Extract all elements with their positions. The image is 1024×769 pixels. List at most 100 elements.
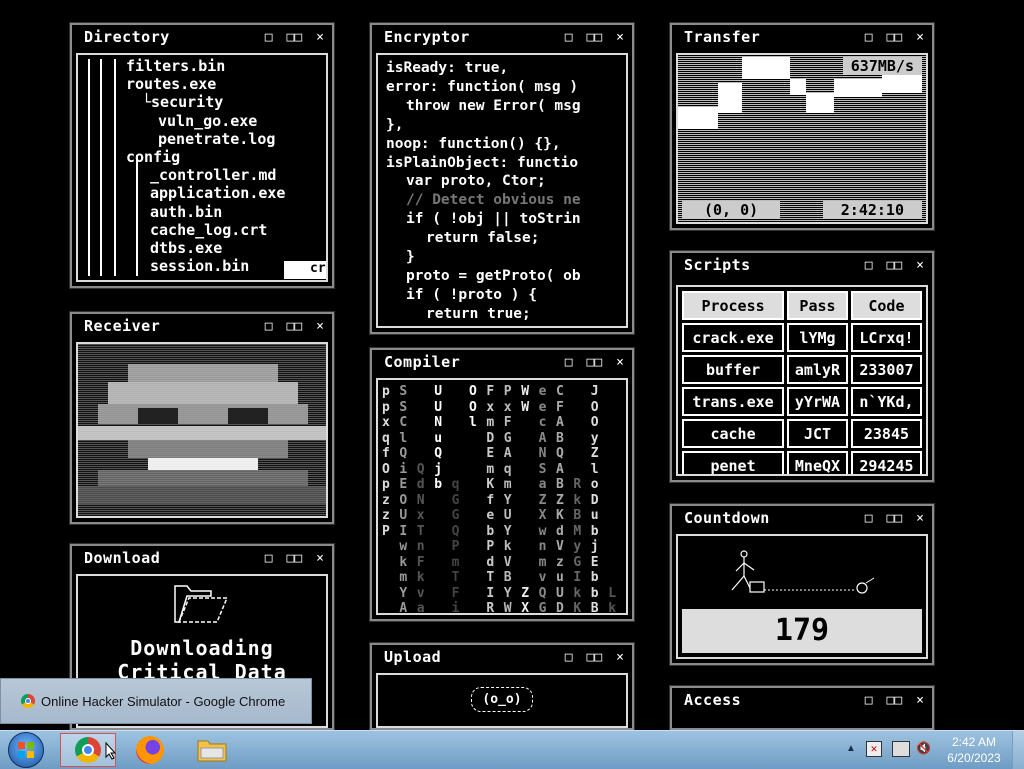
- maximize-button[interactable]: □□: [287, 319, 303, 334]
- tree-item[interactable]: application.exe: [150, 184, 285, 202]
- transfer-bar: [790, 79, 806, 95]
- taskbar-explorer-button[interactable]: [184, 733, 240, 767]
- tree-item[interactable]: vuln_go.exe: [158, 112, 257, 130]
- code-line: },: [386, 116, 404, 133]
- minimize-button[interactable]: □: [865, 511, 873, 526]
- matrix-column: S S C l Q i E O U I w k m Y A: [399, 384, 408, 615]
- maximize-button[interactable]: □□: [587, 30, 603, 45]
- network-icon[interactable]: [892, 741, 910, 757]
- table-row[interactable]: buffer amlyR 233007: [682, 355, 922, 384]
- table-header-cell[interactable]: Code: [850, 291, 922, 320]
- close-button[interactable]: ×: [916, 258, 924, 273]
- volume-muted-icon[interactable]: 🔇: [916, 741, 931, 755]
- transfer-titlebar[interactable]: Transfer □ □□ ×: [672, 25, 932, 49]
- encryptor-titlebar[interactable]: Encryptor □ □□ ×: [372, 25, 632, 49]
- minimize-button[interactable]: □: [865, 30, 873, 45]
- table-header-cell[interactable]: Pass: [787, 291, 848, 320]
- table-row[interactable]: penet MneQX 294245: [682, 451, 922, 474]
- minimize-button[interactable]: □: [265, 551, 273, 566]
- table-row[interactable]: cache JCT 23845: [682, 419, 922, 448]
- table-row[interactable]: trans.exe yYrWA n`YKd,: [682, 387, 922, 416]
- close-button[interactable]: ×: [616, 650, 624, 665]
- minimize-button[interactable]: □: [265, 319, 273, 334]
- directory-tree: filters.bin routes.exe └security vuln_go.ex…: [76, 53, 328, 282]
- tree-item[interactable]: auth.bin: [150, 203, 222, 221]
- code-line: var proto, Ctor;: [406, 173, 546, 190]
- code-line: error: function( msg ): [386, 78, 579, 95]
- maximize-button[interactable]: □□: [887, 693, 903, 708]
- minimize-button[interactable]: □: [865, 693, 873, 708]
- countdown-titlebar[interactable]: Countdown □ □□ ×: [672, 506, 932, 530]
- show-desktop-button[interactable]: [1012, 731, 1024, 769]
- tree-item[interactable]: └security: [142, 93, 223, 111]
- upload-window[interactable]: Upload □ □□ × (o_o): [369, 642, 635, 731]
- countdown-panel: 179: [676, 534, 928, 659]
- receiver-titlebar[interactable]: Receiver □ □□ ×: [72, 314, 332, 338]
- table-cell: trans.exe: [682, 387, 785, 416]
- minimize-button[interactable]: □: [265, 30, 273, 45]
- table-cell: 233007: [850, 355, 922, 384]
- countdown-window[interactable]: Countdown □ □□ × 179: [669, 503, 935, 666]
- minimize-button[interactable]: □: [565, 30, 573, 45]
- close-button[interactable]: ×: [316, 551, 324, 566]
- transfer-window[interactable]: Transfer □ □□ × 637MB/s (0, 0) 2:42:10: [669, 22, 935, 231]
- maximize-button[interactable]: □□: [287, 30, 303, 45]
- upload-titlebar[interactable]: Upload □ □□ ×: [372, 645, 632, 669]
- maximize-button[interactable]: □□: [887, 30, 903, 45]
- close-button[interactable]: ×: [916, 693, 924, 708]
- tree-item[interactable]: filters.bin: [126, 57, 225, 75]
- scripts-titlebar[interactable]: Scripts □ □□ ×: [672, 253, 932, 277]
- show-hidden-icons-button[interactable]: ▲: [846, 743, 856, 754]
- close-button[interactable]: ×: [916, 511, 924, 526]
- clock[interactable]: 2:42 AM 6/20/2023: [940, 734, 1008, 766]
- table-cell: LCrxq!: [850, 323, 922, 352]
- taskbar-chrome-button[interactable]: [60, 733, 117, 767]
- tree-item[interactable]: config: [126, 148, 180, 166]
- taskbar-thumbnail-tooltip[interactable]: Online Hacker Simulator - Google Chrome: [0, 678, 312, 724]
- taskbar-firefox-button[interactable]: [122, 733, 178, 767]
- compiler-window[interactable]: Compiler □ □□ × p p x q f O p z z PS S C l…: [369, 347, 635, 622]
- close-button[interactable]: ×: [316, 30, 324, 45]
- table-row[interactable]: crack.exe lYMg LCrxq!: [682, 323, 922, 352]
- close-button[interactable]: ×: [916, 30, 924, 45]
- clock-time: 2:42 AM: [951, 735, 997, 749]
- maximize-button[interactable]: □□: [587, 650, 603, 665]
- network-warning-icon[interactable]: ✕: [866, 741, 882, 757]
- table-cell: n`YKd,: [850, 387, 922, 416]
- maximize-button[interactable]: □□: [587, 355, 603, 370]
- receiver-window[interactable]: Receiver □ □□ ×: [69, 311, 335, 525]
- matrix-rain: p p x q f O p z z PS S C l Q i E O U I w…: [376, 378, 628, 615]
- minimize-button[interactable]: □: [565, 650, 573, 665]
- table-cell: crack.exe: [682, 323, 785, 352]
- maximize-button[interactable]: □□: [887, 258, 903, 273]
- table-cell: buffer: [682, 355, 785, 384]
- directory-titlebar[interactable]: Directory □ □□ ×: [72, 25, 332, 49]
- close-button[interactable]: ×: [616, 355, 624, 370]
- taskbar: ▲ ✕ 🔇 2:42 AM 6/20/2023: [0, 730, 1024, 769]
- window-title: Countdown: [684, 509, 770, 527]
- table-header-cell[interactable]: Process: [682, 291, 785, 320]
- transfer-bar: [718, 83, 742, 113]
- compiler-titlebar[interactable]: Compiler □ □□ ×: [372, 350, 632, 374]
- tree-item[interactable]: dtbs.exe: [150, 239, 222, 257]
- tree-item[interactable]: penetrate.log: [158, 130, 275, 148]
- tree-item[interactable]: session.bin: [150, 257, 249, 275]
- start-button[interactable]: [0, 732, 52, 768]
- code-line: noop: function() {},: [386, 135, 561, 152]
- tree-item[interactable]: routes.exe: [126, 75, 216, 93]
- maximize-button[interactable]: □□: [887, 511, 903, 526]
- firefox-icon: [136, 736, 164, 764]
- minimize-button[interactable]: □: [865, 258, 873, 273]
- tree-item[interactable]: _controller.md: [150, 166, 276, 184]
- download-titlebar[interactable]: Download □ □□ ×: [72, 546, 332, 570]
- minimize-button[interactable]: □: [565, 355, 573, 370]
- tree-item[interactable]: cache_log.crt: [150, 221, 267, 239]
- directory-window[interactable]: Directory □ □□ × filters.bin routes.exe └sec…: [69, 22, 335, 289]
- close-button[interactable]: ×: [316, 319, 324, 334]
- access-window[interactable]: Access □ □□ ×: [669, 685, 935, 731]
- access-titlebar[interactable]: Access □ □□ ×: [672, 688, 932, 712]
- maximize-button[interactable]: □□: [287, 551, 303, 566]
- close-button[interactable]: ×: [616, 30, 624, 45]
- scripts-window[interactable]: Scripts □ □□ × Process Pass Code crack.exe lY…: [669, 250, 935, 483]
- encryptor-window[interactable]: Encryptor □ □□ × isReady: true, error: func…: [369, 22, 635, 335]
